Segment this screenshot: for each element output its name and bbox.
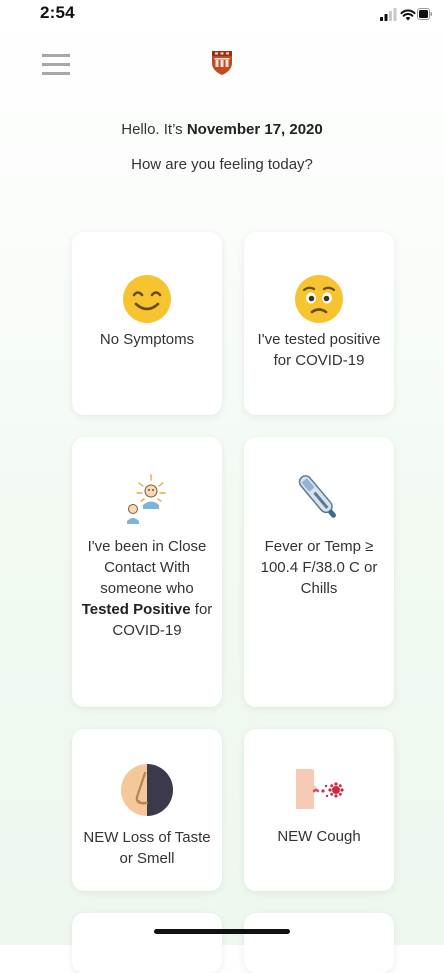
option-label: Fever or Temp ≥ 100.4 F/38.0 C or Chills: [260, 538, 378, 597]
current-date: November 17, 2020: [186, 121, 323, 138]
status-time: 2:54: [40, 3, 75, 22]
wifi-icon: [400, 9, 416, 21]
option-label: I've tested positive for COVID-19: [257, 331, 381, 369]
status-icons: [380, 8, 432, 21]
smiling-face-icon: [123, 275, 171, 323]
option-card-loss-taste-smell[interactable]: NEW Loss of Taste or Smell: [72, 729, 222, 891]
signal-icon: [380, 8, 397, 21]
option-card-close-contact[interactable]: I've been in Close Contact With someone …: [72, 437, 222, 707]
option-card-tested-positive[interactable]: I've tested positive for COVID-19: [244, 232, 394, 415]
option-label: I've been in Close Contact With someone …: [81, 538, 213, 639]
university-shield-logo-icon: [212, 51, 232, 75]
cough-icon: [296, 769, 344, 809]
status-bar: 2:54: [0, 0, 444, 36]
hamburger-menu-icon[interactable]: [42, 52, 70, 78]
nose-icon: [121, 764, 173, 816]
option-card-partial-right[interactable]: [244, 913, 394, 973]
option-card-cough[interactable]: NEW Cough: [244, 729, 394, 891]
close-contact-people-icon: [127, 474, 166, 524]
greeting-text: Hello. It’s November 17, 2020: [0, 121, 444, 138]
greeting-prefix: Hello. It’s: [121, 121, 187, 138]
feeling-question: How are you feeling today?: [131, 156, 313, 173]
option-label: NEW Loss of Taste or Smell: [83, 829, 211, 867]
option-label: NEW Cough: [277, 828, 361, 845]
home-indicator[interactable]: [154, 929, 290, 934]
option-card-partial-left[interactable]: [72, 913, 222, 973]
option-label: No Symptoms: [99, 331, 195, 348]
option-card-no-symptoms[interactable]: No Symptoms: [72, 232, 222, 415]
battery-icon: [417, 8, 432, 20]
option-card-fever[interactable]: Fever or Temp ≥ 100.4 F/38.0 C or Chills: [244, 437, 394, 707]
worried-face-icon: [295, 275, 343, 323]
thermometer-icon: [298, 475, 336, 518]
